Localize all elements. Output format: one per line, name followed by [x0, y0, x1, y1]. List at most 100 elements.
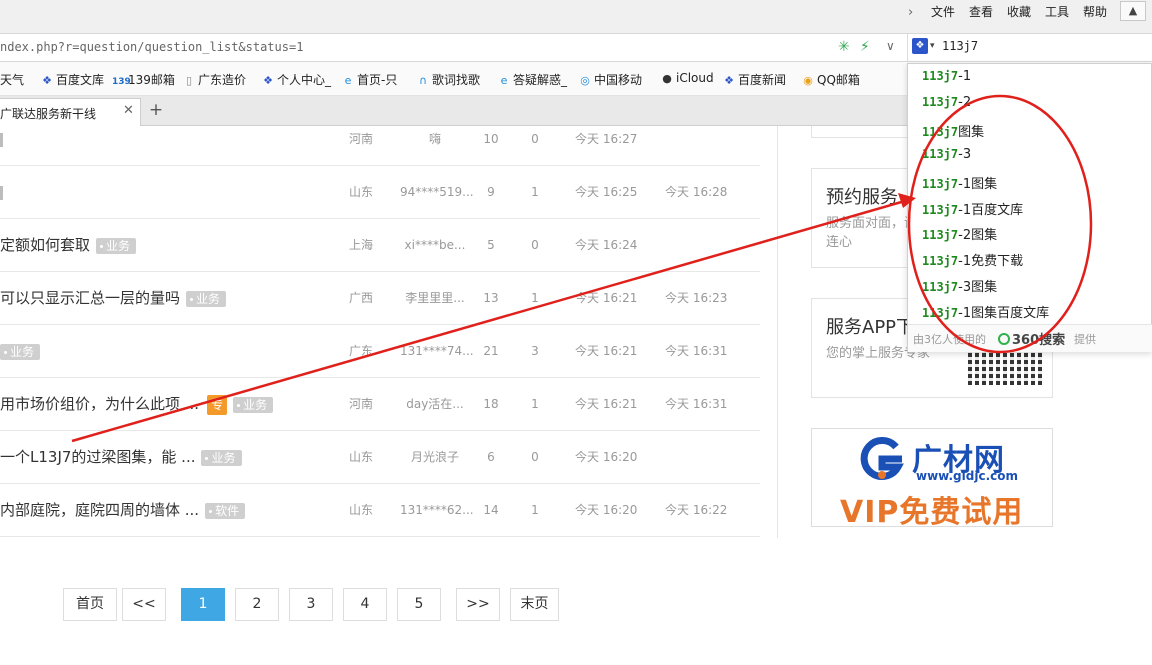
suggestion-match: 113j7: [922, 228, 959, 243]
url-field[interactable]: ndex.php?r=question/question_list&status…: [0, 40, 303, 54]
row-title-cell[interactable]: 定额如何套取 业务: [0, 219, 137, 272]
table-row[interactable]: 一个L13J7的过梁图集，能 ... 业务 山东 月光浪子 6 0 今天 16:20: [0, 431, 760, 484]
question-title[interactable]: 可以只显示汇总一层的量吗: [0, 289, 180, 307]
page-icon: ▯: [185, 74, 193, 87]
row-time: 今天 16:21: [575, 291, 638, 305]
search-box[interactable]: ❖ ▾ 113j7: [907, 34, 1152, 61]
row-last-reply: 今天 16:31: [665, 397, 728, 411]
table-row[interactable]: 用市场价组价，为什么此项 ... 专业务 河南 day活在... 18 1 今天 16:21…: [0, 378, 760, 431]
shirt-icon[interactable]: ▲: [1120, 1, 1146, 21]
table-row[interactable]: 定额如何套取 业务 上海 xi****be... 5 0 今天 16:24: [0, 219, 760, 272]
question-title[interactable]: 内部庭院，庭院四周的墙体 ...: [0, 501, 199, 519]
suggestion-rest: -1免费下载: [958, 254, 1024, 270]
suggestion-item[interactable]: 113j7-2图集: [922, 224, 997, 243]
page-5[interactable]: 5: [397, 588, 441, 621]
chevron-down-icon[interactable]: ∨: [886, 39, 895, 53]
category-tag[interactable]: 业务: [186, 290, 227, 307]
table-row[interactable]: 河南 嗨 10 0 今天 16:27: [0, 113, 760, 166]
suggestion-rest: 图集: [958, 124, 985, 140]
row-province: 山东: [349, 185, 374, 199]
question-title[interactable]: 用市场价组价，为什么此项 ...: [0, 395, 199, 413]
chevron-right-icon[interactable]: ›: [908, 5, 913, 20]
row-user: 94****519...: [400, 185, 474, 199]
suggestion-rest: -2: [958, 94, 972, 110]
row-answers: 1: [531, 397, 539, 411]
suggestion-item[interactable]: 113j7-1免费下载: [922, 250, 1023, 269]
table-row[interactable]: 山东 94****519... 9 1 今天 16:25 今天 16:28: [0, 166, 760, 219]
question-title[interactable]: 一个L13J7的过梁图集，能 ...: [0, 448, 195, 466]
360-search-logo[interactable]: 360搜索: [998, 329, 1065, 348]
suggestion-item[interactable]: 113j7-3图集: [922, 276, 997, 295]
menu-file[interactable]: 文件: [931, 3, 955, 20]
bookmark-baidu-news[interactable]: ❖ 百度新闻: [722, 71, 786, 88]
lightning-icon[interactable]: ⚡: [860, 39, 870, 55]
category-tag[interactable]: 业务: [233, 396, 274, 413]
search-input[interactable]: 113j7: [942, 39, 1142, 53]
page-prev[interactable]: <<: [122, 588, 166, 621]
menu-view[interactable]: 查看: [969, 3, 993, 20]
bookmark-icloud[interactable]: ● iCloud: [660, 71, 713, 85]
suggestion-item[interactable]: 113j7-1百度文库: [922, 199, 1023, 218]
bookmark-lyrics[interactable]: ∩ 歌词找歌: [416, 71, 480, 88]
page-3[interactable]: 3: [289, 588, 333, 621]
row-title-cell[interactable]: [0, 113, 3, 166]
bookmark-china-mobile[interactable]: ◎ 中国移动: [578, 71, 642, 88]
suggestion-item[interactable]: 113j7-2: [922, 95, 971, 110]
page-first[interactable]: 首页: [63, 588, 117, 621]
page-next[interactable]: >>: [456, 588, 500, 621]
row-title-cell[interactable]: 可以只显示汇总一层的量吗 业务: [0, 272, 227, 325]
compat-mode-icon[interactable]: ✳: [838, 39, 850, 55]
suggestion-item[interactable]: 113j7图集: [922, 121, 984, 140]
question-title[interactable]: 定额如何套取: [0, 236, 90, 254]
address-bar: ndex.php?r=question/question_list&status…: [0, 33, 1152, 62]
category-tag[interactable]: 业务: [96, 237, 137, 254]
bookmark-personal-center[interactable]: ❖ 个人中心_: [261, 71, 331, 88]
menu-bar: › 文件 查看 收藏 工具 帮助 ▲: [0, 0, 1152, 33]
suggestion-item[interactable]: 113j7-1图集百度文库: [922, 302, 1049, 321]
row-title-cell[interactable]: 业务: [0, 325, 41, 378]
category-tag[interactable]: 业务: [201, 449, 242, 466]
row-title-cell[interactable]: [0, 166, 3, 219]
suggestion-item[interactable]: 113j7-3: [922, 147, 971, 162]
row-title-cell[interactable]: 用市场价组价，为什么此项 ... 专业务: [0, 378, 274, 431]
gldjc-ad-banner[interactable]: 广材网 www.gldjc.com VIP免费试用: [811, 428, 1053, 530]
ie-logo-icon: e: [500, 74, 508, 87]
headphones-icon: ∩: [418, 74, 428, 87]
bookmark-guangdong-cost[interactable]: ▯ 广东造价: [182, 71, 246, 88]
suggestion-rest: -1图集: [958, 176, 998, 192]
bookmark-139-mail[interactable]: 139139邮箱: [112, 71, 175, 88]
row-answers: 1: [531, 503, 539, 517]
row-province: 河南: [349, 397, 374, 411]
bookmark-qq-mail[interactable]: ◉ QQ邮箱: [801, 71, 860, 88]
table-row[interactable]: 可以只显示汇总一层的量吗 业务 广西 李里里里... 13 1 今天 16:21 今天 16:…: [0, 272, 760, 325]
baidu-paw-icon[interactable]: ❖: [912, 38, 928, 54]
row-title-cell[interactable]: 内部庭院，庭院四周的墙体 ... 软件: [0, 484, 246, 537]
bookmark-weather[interactable]: 天气: [0, 71, 24, 88]
table-row[interactable]: 业务 广东 131****74... 21 3 今天 16:21 今天 16:31: [0, 325, 760, 378]
engine-dropdown-icon[interactable]: ▾: [930, 41, 935, 51]
row-time: 今天 16:24: [575, 238, 638, 252]
menu-favorites[interactable]: 收藏: [1007, 3, 1031, 20]
qq-mail-icon: ◉: [803, 74, 813, 87]
page-1[interactable]: 1: [181, 588, 225, 621]
baidu-paw-icon: ❖: [263, 74, 273, 87]
row-title-cell[interactable]: 一个L13J7的过梁图集，能 ... 业务: [0, 431, 242, 484]
suggestion-match: 113j7: [922, 306, 959, 321]
page-last[interactable]: 末页: [510, 588, 559, 621]
gldjc-logo-icon: [860, 437, 904, 480]
menu-tools[interactable]: 工具: [1045, 3, 1069, 20]
category-tag[interactable]: 业务: [0, 343, 41, 360]
suggestions-footer: 由3亿人使用的 360搜索 提供: [908, 324, 1152, 352]
bookmark-qa[interactable]: e 答疑解惑_: [497, 71, 567, 88]
row-time: 今天 16:20: [575, 503, 638, 517]
table-row[interactable]: 内部庭院，庭院四周的墙体 ... 软件 山东 131****62... 14 1 今天 16…: [0, 484, 760, 537]
suggestion-match: 113j7: [922, 146, 959, 161]
page-4[interactable]: 4: [343, 588, 387, 621]
menu-help[interactable]: 帮助: [1083, 3, 1107, 20]
suggestion-item[interactable]: 113j7-1: [922, 69, 971, 84]
page-2[interactable]: 2: [235, 588, 279, 621]
bookmark-homepage[interactable]: e 首页-只: [341, 71, 398, 88]
suggestion-item[interactable]: 113j7-1图集: [922, 173, 997, 192]
category-tag[interactable]: 软件: [205, 502, 246, 519]
bookmark-baidu-wenku[interactable]: ❖ 百度文库: [40, 71, 104, 88]
